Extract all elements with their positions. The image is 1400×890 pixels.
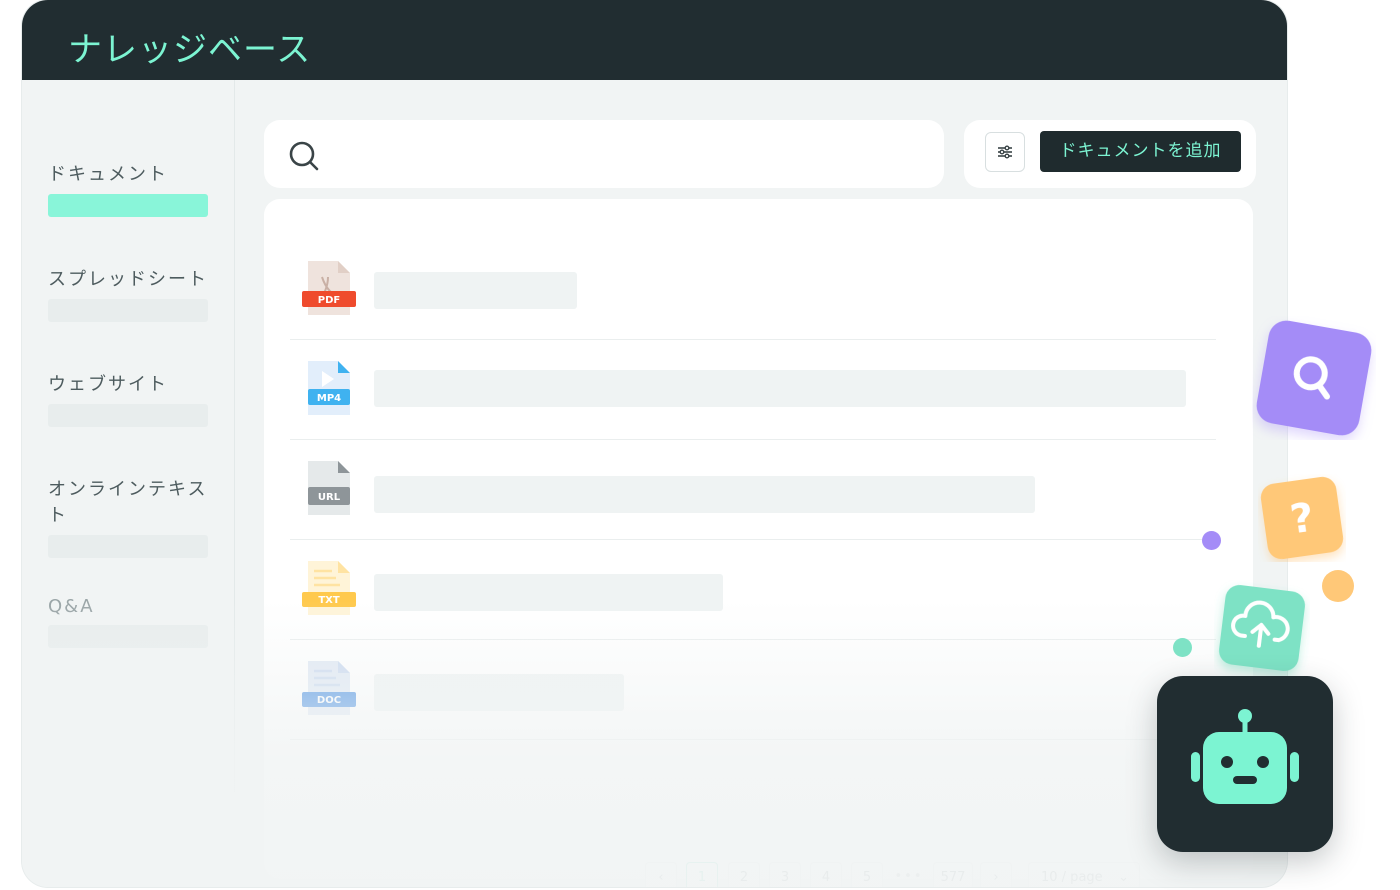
sidebar-item-spreadsheets[interactable]: スプレッドシート xyxy=(48,265,210,322)
toolbar: ドキュメントを追加 xyxy=(964,120,1256,188)
page-title: ナレッジベース xyxy=(68,30,312,70)
page-size-select[interactable]: 10 / page ⌄ xyxy=(1028,862,1140,887)
sidebar-item-websites[interactable]: ウェブサイト xyxy=(48,370,210,427)
search-icon xyxy=(289,141,319,171)
list-item[interactable]: PDF xyxy=(290,239,1216,340)
question-tile-icon: ? xyxy=(1260,476,1344,560)
file-type-label: MP4 xyxy=(317,393,341,404)
filename-placeholder xyxy=(374,574,723,611)
file-type-label: DOC xyxy=(317,695,341,706)
sidebar-item-placeholder-bar xyxy=(48,299,208,322)
page-button[interactable]: 3 xyxy=(769,862,801,887)
robot-icon xyxy=(1191,709,1299,804)
sidebar-active-indicator xyxy=(48,194,208,217)
txt-file-icon: TXT xyxy=(302,561,356,615)
pdf-file-icon: PDF xyxy=(302,261,356,315)
pagination-ellipsis[interactable]: ••• xyxy=(893,862,925,887)
url-file-icon: URL xyxy=(308,461,350,515)
document-list: PDF MP4 URL TXT DOC ‹ 1 2 3 4 5 ••• 577 … xyxy=(264,199,1253,887)
page-button[interactable]: 2 xyxy=(728,862,760,887)
sidebar-item-placeholder-bar xyxy=(48,535,208,558)
purple-dot xyxy=(1202,531,1221,550)
page-button[interactable]: 5 xyxy=(851,862,883,887)
filter-sliders-icon xyxy=(998,145,1012,159)
filename-placeholder xyxy=(374,272,577,309)
file-type-label: PDF xyxy=(318,295,340,306)
search-input[interactable] xyxy=(334,136,918,174)
search-box[interactable] xyxy=(264,120,944,188)
list-item[interactable]: MP4 xyxy=(290,339,1216,440)
page-button[interactable]: 1 xyxy=(686,862,718,887)
sidebar-item-label: Q&A xyxy=(48,596,95,617)
sidebar-item-label: ウェブサイト xyxy=(48,374,168,395)
sidebar-item-label: スプレッドシート xyxy=(48,269,208,290)
page-button[interactable]: 4 xyxy=(810,862,842,887)
add-document-button[interactable]: ドキュメントを追加 xyxy=(1040,131,1241,172)
page-size-value: 10 / page xyxy=(1041,870,1103,885)
main-content: ドキュメントを追加 PDF MP4 URL TXT DOC ‹ 1 2 3 4 … xyxy=(235,80,1287,887)
orange-dot xyxy=(1322,570,1354,602)
mp4-file-icon: MP4 xyxy=(308,361,350,415)
robot-tile[interactable] xyxy=(1157,676,1333,852)
sidebar: ドキュメント スプレッドシート ウェブサイト オンラインテキスト Q&A xyxy=(22,80,235,792)
sidebar-item-placeholder-bar xyxy=(48,625,208,648)
filename-placeholder xyxy=(374,476,1035,513)
sidebar-item-label: ドキュメント xyxy=(48,164,168,185)
list-item[interactable]: TXT xyxy=(290,539,1216,640)
next-page-button[interactable]: › xyxy=(980,862,1012,887)
sidebar-item-qa[interactable]: Q&A xyxy=(48,596,210,648)
filename-placeholder xyxy=(374,370,1186,407)
file-type-label: URL xyxy=(318,492,341,503)
file-type-label: TXT xyxy=(318,595,340,606)
prev-page-button[interactable]: ‹ xyxy=(645,862,677,887)
cloud-upload-tile-icon xyxy=(1219,585,1305,671)
sidebar-item-documents[interactable]: ドキュメント xyxy=(48,160,210,217)
sidebar-item-online-text[interactable]: オンラインテキスト xyxy=(48,475,210,558)
sidebar-item-placeholder-bar xyxy=(48,404,208,427)
last-page-button[interactable]: 577 xyxy=(933,862,973,887)
green-dot xyxy=(1173,638,1192,657)
title-bar: ナレッジベース xyxy=(22,0,1287,80)
filename-placeholder xyxy=(374,674,624,711)
list-item[interactable]: URL xyxy=(290,439,1216,540)
filter-button[interactable] xyxy=(985,132,1025,172)
chevron-down-icon: ⌄ xyxy=(1118,870,1129,885)
magnifier-tile-icon xyxy=(1256,320,1372,436)
knowledge-base-window: ナレッジベース ドキュメント スプレッドシート ウェブサイト オンラインテキスト… xyxy=(22,0,1287,887)
list-item[interactable]: DOC xyxy=(290,639,1216,740)
doc-file-icon: DOC xyxy=(302,661,356,715)
sidebar-item-label: オンラインテキスト xyxy=(48,479,208,526)
